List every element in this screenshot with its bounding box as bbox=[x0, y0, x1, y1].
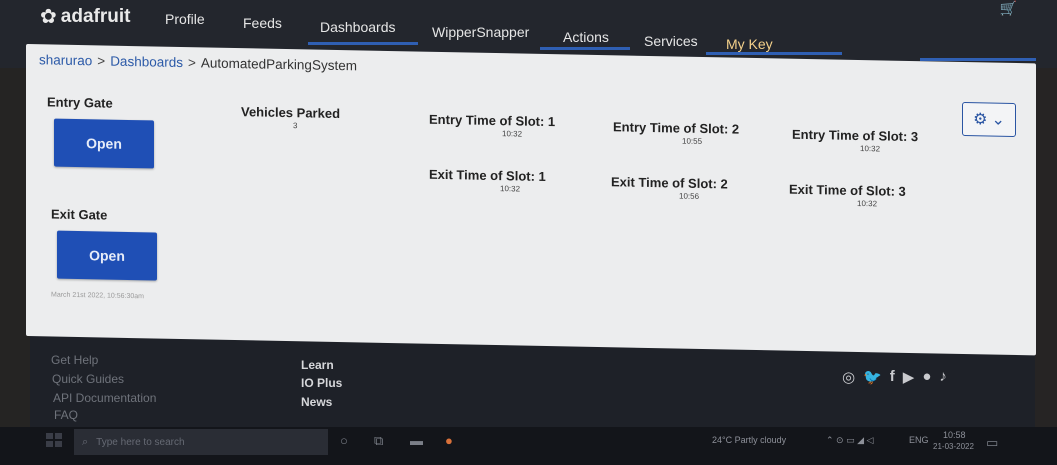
vehicles-parked-value: 3 bbox=[293, 121, 298, 131]
entry-time-slot-3-value: 10:32 bbox=[860, 144, 881, 154]
footer-link-get-help[interactable]: Get Help bbox=[51, 353, 98, 367]
nav-active-underline bbox=[308, 42, 418, 45]
nav-wippersnapper[interactable]: WipperSnapper bbox=[432, 24, 529, 40]
footer-link-learn[interactable]: Learn bbox=[301, 358, 334, 372]
clock-date[interactable]: 21-03-2022 bbox=[933, 442, 974, 451]
logo-text: adafruit bbox=[60, 5, 131, 27]
nav-my-key[interactable]: My Key bbox=[726, 36, 773, 52]
breadcrumb-dashboards[interactable]: Dashboards bbox=[110, 54, 183, 70]
dashboard-panel: sharurao > Dashboards > AutomatedParkingSyst… bbox=[26, 44, 1036, 356]
exit-gate-open-button[interactable]: Open bbox=[57, 230, 157, 281]
browser-icon[interactable]: ● bbox=[445, 433, 453, 448]
facebook-icon[interactable]: f bbox=[890, 368, 895, 386]
chevron-down-icon: ⌄ bbox=[991, 111, 1005, 129]
nav-feeds[interactable]: Feeds bbox=[243, 15, 282, 31]
exit-time-slot-1-value: 10:32 bbox=[500, 184, 521, 194]
gear-icon: ⚙ bbox=[973, 111, 988, 129]
footer-link-news[interactable]: News bbox=[301, 395, 332, 409]
breadcrumb-separator: > bbox=[97, 53, 106, 69]
exit-time-slot-2-value: 10:56 bbox=[679, 191, 700, 201]
task-view-icon[interactable]: ⧉ bbox=[374, 433, 383, 449]
entry-gate-open-button[interactable]: Open bbox=[54, 118, 154, 169]
cortana-icon[interactable]: ○ bbox=[340, 433, 348, 448]
nav-underline-segment bbox=[706, 52, 842, 55]
taskbar-search-input[interactable]: ⌕ Type here to search bbox=[74, 429, 328, 455]
background-edge-right bbox=[1035, 0, 1057, 465]
cart-icon[interactable]: 🛒 bbox=[1000, 0, 1017, 17]
system-tray-icons[interactable]: ⌃ ⊙ ▭ ◢ ◁ bbox=[826, 435, 873, 446]
entry-time-slot-1-title: Entry Time of Slot: 1 bbox=[429, 111, 556, 130]
adafruit-flower-icon: ✿ bbox=[40, 6, 57, 28]
exit-time-slot-3-title: Exit Time of Slot: 3 bbox=[789, 181, 906, 199]
footer-link-api-documentation[interactable]: API Documentation bbox=[53, 391, 156, 405]
nav-underline-segment bbox=[540, 47, 630, 50]
nav-dashboards[interactable]: Dashboards bbox=[320, 19, 396, 35]
breadcrumb-user[interactable]: sharurao bbox=[39, 52, 92, 68]
exit-time-slot-1-title: Exit Time of Slot: 1 bbox=[429, 166, 546, 184]
social-links: ◎ 🐦 f ▶ ● ♪ bbox=[842, 368, 947, 386]
file-explorer-icon[interactable]: ▬ bbox=[410, 433, 423, 448]
windows-taskbar: ⌕ Type here to search ○ ⧉ ▬ ● 24°C Partl… bbox=[0, 427, 1057, 465]
entry-time-slot-2-value: 10:55 bbox=[682, 136, 703, 146]
instagram-icon[interactable]: ◎ bbox=[842, 368, 855, 386]
last-updated-timestamp: March 21st 2022, 10:56:30am bbox=[51, 291, 145, 301]
clock-time[interactable]: 10:58 bbox=[943, 430, 966, 440]
youtube-icon[interactable]: ▶ bbox=[903, 368, 915, 386]
footer-link-quick-guides[interactable]: Quick Guides bbox=[52, 372, 124, 386]
nav-services[interactable]: Services bbox=[644, 33, 698, 49]
exit-gate-title: Exit Gate bbox=[51, 206, 108, 223]
entry-time-slot-2-title: Entry Time of Slot: 2 bbox=[613, 119, 740, 137]
language-indicator[interactable]: ENG bbox=[909, 435, 929, 445]
github-icon[interactable]: ● bbox=[922, 368, 931, 386]
breadcrumb-current-page: AutomatedParkingSystem bbox=[200, 55, 357, 74]
nav-profile[interactable]: Profile bbox=[165, 11, 205, 27]
nav-actions[interactable]: Actions bbox=[563, 29, 609, 45]
vehicles-parked-title: Vehicles Parked bbox=[241, 104, 341, 122]
twitter-icon[interactable]: 🐦 bbox=[863, 368, 882, 386]
breadcrumb: sharurao > Dashboards > AutomatedParkingSyst… bbox=[39, 52, 357, 73]
breadcrumb-separator: > bbox=[187, 55, 196, 71]
entry-time-slot-1-value: 10:32 bbox=[502, 129, 523, 139]
exit-time-slot-2-title: Exit Time of Slot: 2 bbox=[611, 174, 728, 192]
notification-icon[interactable]: ▭ bbox=[986, 435, 998, 451]
taskbar-search-placeholder: Type here to search bbox=[96, 436, 185, 448]
windows-start-icon[interactable] bbox=[46, 433, 62, 447]
adafruit-logo[interactable]: ✿ adafruit bbox=[40, 4, 130, 29]
weather-widget[interactable]: 24°C Partly cloudy bbox=[712, 435, 786, 445]
exit-time-slot-3-value: 10:32 bbox=[857, 198, 878, 209]
entry-gate-title: Entry Gate bbox=[47, 94, 113, 111]
footer-link-io-plus[interactable]: IO Plus bbox=[301, 376, 342, 390]
tiktok-icon[interactable]: ♪ bbox=[939, 368, 947, 386]
search-icon: ⌕ bbox=[82, 435, 89, 448]
entry-time-slot-3-title: Entry Time of Slot: 3 bbox=[792, 126, 919, 145]
dashboard-settings-button[interactable]: ⚙ ⌄ bbox=[962, 101, 1016, 138]
footer-link-faq[interactable]: FAQ bbox=[54, 408, 78, 422]
